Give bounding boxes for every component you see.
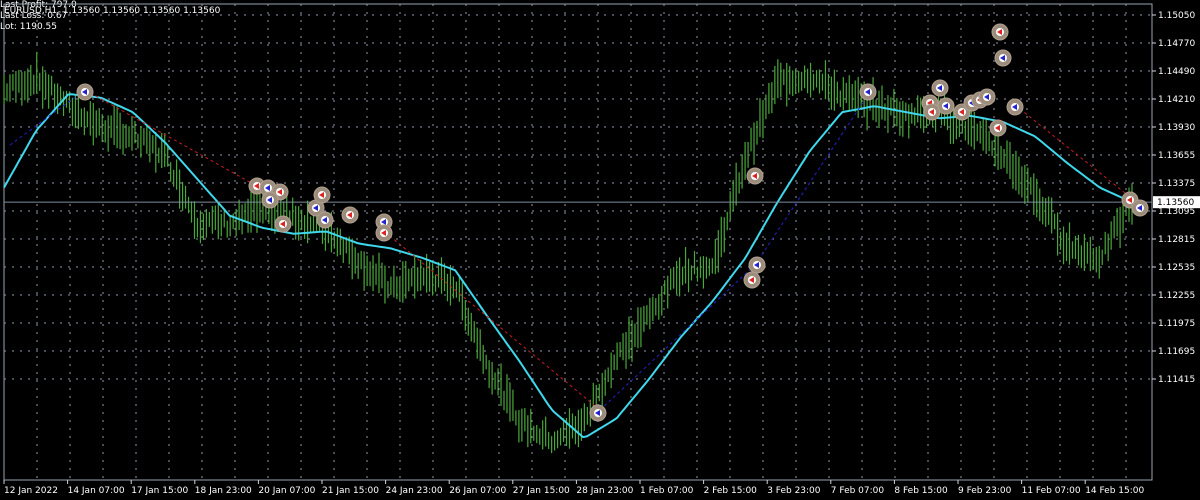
price-tick-label: 1.14770 xyxy=(1158,39,1195,49)
symbol-header: EURUSD,H1 1.13560 1.13560 1.13560 1.1356… xyxy=(4,6,220,17)
moving-average-line xyxy=(3,93,1133,439)
price-tick-label: 1.11975 xyxy=(1158,319,1195,329)
time-tick-label: 2 Feb 15:00 xyxy=(704,486,758,496)
ohlc-values: 1.13560 1.13560 1.13560 1.13560 xyxy=(62,6,221,16)
time-tick-label: 8 Feb 15:00 xyxy=(894,486,948,496)
time-tick-label: 7 Feb 07:00 xyxy=(831,486,885,496)
chart-window[interactable]: 1.15050 1.14770 1.14490 1.14210 1.13930 1.136… xyxy=(0,0,1200,500)
time-tick-label: 14 Feb 15:00 xyxy=(1085,486,1144,496)
price-tick-label: 1.14490 xyxy=(1158,67,1195,77)
price-tick-label: 1.12255 xyxy=(1158,291,1195,301)
price-tick-label: 1.11415 xyxy=(1158,375,1195,385)
current-price-label: 1.13560 xyxy=(1157,198,1194,208)
time-tick-label: 3 Feb 23:00 xyxy=(767,486,821,496)
time-tick-label: 26 Jan 07:00 xyxy=(449,486,506,496)
price-tick-label: 1.15050 xyxy=(1158,11,1195,21)
time-tick-label: 21 Jan 15:00 xyxy=(322,486,379,496)
symbol-name: EURUSD,H1 xyxy=(4,6,58,16)
price-tick-label: 1.13655 xyxy=(1158,151,1195,161)
time-tick-label: 18 Jan 23:00 xyxy=(195,486,252,496)
time-tick-label: 11 Feb 07:00 xyxy=(1022,486,1081,496)
time-tick-label: 27 Jan 15:00 xyxy=(513,486,570,496)
price-tick-label: 1.14210 xyxy=(1158,95,1195,105)
price-tick-label: 1.12535 xyxy=(1158,263,1195,273)
time-tick-label: 28 Jan 23:00 xyxy=(576,486,633,496)
chart-frame xyxy=(3,3,1153,481)
time-tick-label: 12 Jan 2022 xyxy=(4,486,58,496)
price-tick-label: 1.12815 xyxy=(1158,235,1195,245)
trade-line-sell xyxy=(84,89,256,186)
time-tick-label: 20 Jan 07:00 xyxy=(258,486,315,496)
time-tick-label: 17 Jan 15:00 xyxy=(131,486,188,496)
price-tick-label: 1.11695 xyxy=(1158,347,1195,357)
time-tick-label: 14 Jan 07:00 xyxy=(68,486,125,496)
time-tick-label: 24 Jan 23:00 xyxy=(386,486,443,496)
price-tick-label: 1.13375 xyxy=(1158,179,1195,189)
time-tick-label: 9 Feb 23:00 xyxy=(958,486,1012,496)
price-tick-label: 1.13095 xyxy=(1158,207,1195,217)
time-tick-label: 1 Feb 07:00 xyxy=(640,486,694,496)
chart-canvas[interactable]: 1.15050 1.14770 1.14490 1.14210 1.13930 1.136… xyxy=(0,0,1200,500)
price-tick-label: 1.13930 xyxy=(1158,123,1195,133)
